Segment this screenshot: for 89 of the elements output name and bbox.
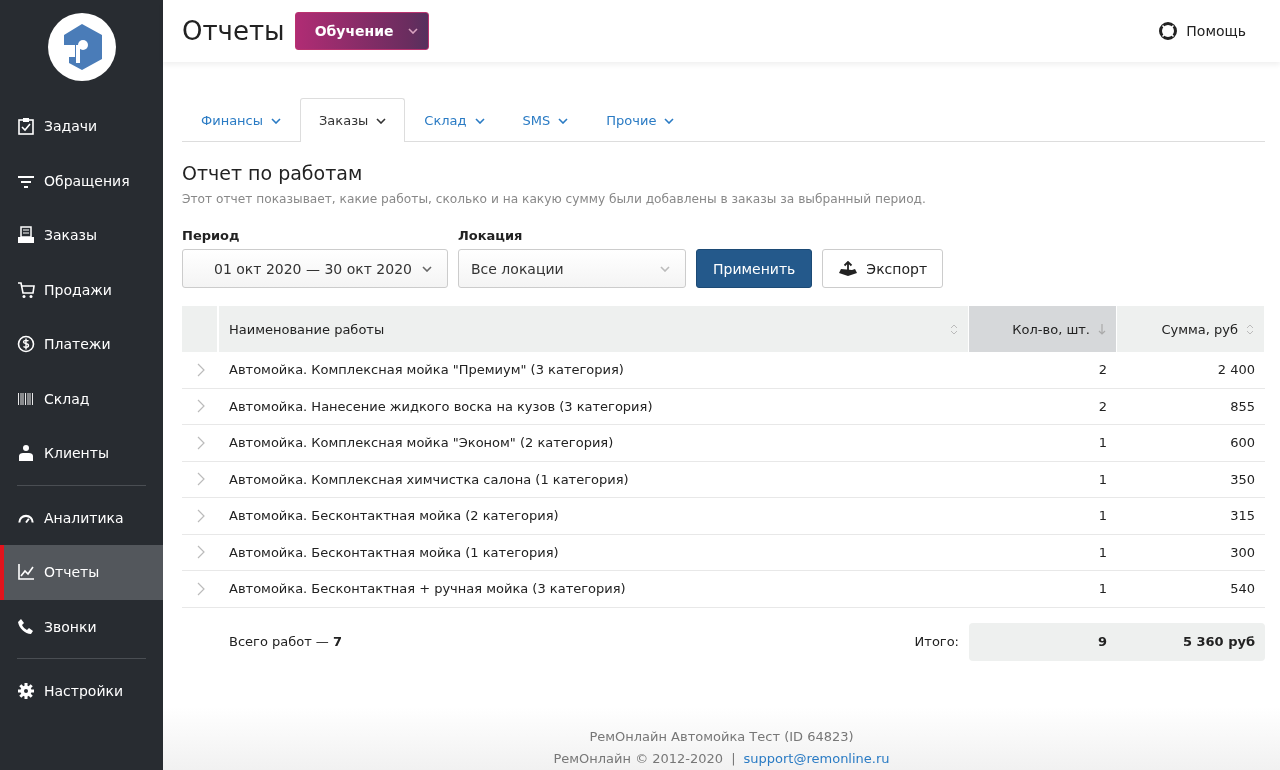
chevron-down-icon [474,117,485,124]
support-email-link[interactable]: support@remonline.ru [743,751,890,767]
logo-icon[interactable] [46,12,117,82]
total-label: Итого: [914,634,959,649]
table-cell-text: Автомойка. Комплексная мойка "Премиум" (3 категория) [228,361,625,380]
copyright-text: РемОнлайн © 2012-2020 [553,751,724,767]
chevron-down-icon [407,28,418,34]
sidebar-item[interactable]: Склад [0,371,163,426]
column-header[interactable]: Кол-во, шт. [969,306,1117,352]
chevron-right-icon [196,581,205,596]
table-cell-text: 600 [1229,434,1256,453]
table-cell-text: 315 [1229,507,1256,526]
chevron-down-icon [271,117,282,124]
page-title: Отчеты [182,16,285,46]
report-tab[interactable]: Финансы [182,98,301,142]
location-select[interactable]: Все локации [458,249,686,288]
report-tab[interactable]: SMS [503,98,588,142]
sidebar-item[interactable]: Отчеты [0,545,163,600]
chevron-right-icon [196,362,205,377]
chevron-down-icon [422,265,432,272]
table-cell-text: 540 [1229,580,1256,599]
table-cell-text: 1 [1097,543,1108,562]
location-label: Локация [458,228,524,243]
table-cell-text: Автомойка. Комплексная химчистка салона (1 категория) [228,470,630,489]
sidebar-item[interactable]: Заказы [0,208,163,263]
sort-down-icon [1098,323,1106,335]
person-icon [17,444,35,463]
table-cell-text: 2 [1097,397,1108,416]
chevron-right-icon [196,508,205,523]
gear-icon [17,682,35,701]
sidebar-item[interactable]: Аналитика [0,490,163,545]
chevron-down-icon [376,117,387,124]
chevron-right-icon [196,472,205,487]
report-tab[interactable]: Склад [405,98,504,142]
training-button[interactable]: Обучение [294,12,429,50]
table-cell-text: Автомойка. Бесконтактная мойка (1 категория) [228,543,560,562]
table-cell-text: 2 [1097,361,1108,380]
chevron-down-icon [558,117,569,124]
table-cell-text: Автомойка. Комплексная мойка "Эконом" (2 категория) [228,434,615,453]
table-cell-text: Автомойка. Бесконтактная + ручная мойка (3 категория) [228,580,627,599]
help-link[interactable]: Помощь [1159,22,1246,40]
table-cell-text: 1 [1097,580,1108,599]
chevron-right-icon [196,399,205,414]
table-cell-text: 350 [1229,470,1256,489]
sort-icon [1246,323,1254,335]
company-info: РемОнлайн Автомойка Тест (ID 64823) [589,729,854,745]
phone-icon [17,617,35,636]
apply-button[interactable]: Применить [696,249,813,288]
sort-icon [950,323,958,335]
table-cell-text: 300 [1229,543,1256,562]
chevron-right-icon [196,435,205,450]
lifebuoy-icon [1159,22,1178,40]
table-cell-text: 2 400 [1216,361,1256,380]
period-label: Период [182,228,241,243]
sidebar-item[interactable]: Настройки [0,664,163,719]
total-quantity: 9 [1096,633,1108,651]
export-tray-icon [838,260,859,277]
table-cell-text: 1 [1097,507,1108,526]
cart-icon [17,280,35,299]
sidebar-item[interactable]: Клиенты [0,426,163,481]
column-header[interactable]: Сумма, руб [1117,306,1265,352]
sidebar-item[interactable]: Обращения [0,153,163,208]
table-cell-text: 855 [1229,397,1256,416]
export-button[interactable]: Экспорт [822,249,944,288]
period-select[interactable]: 01 окт 2020 — 30 окт 2020 [182,249,448,288]
report-tab[interactable]: Заказы [300,98,406,142]
separator: | [731,751,736,767]
column-header[interactable]: Наименование работы [219,306,969,352]
table-cell-text: Автомойка. Нанесение жидкого воска на кузов (3 категория) [228,397,654,416]
chevron-right-icon [196,545,205,560]
chevron-down-icon [660,265,670,272]
sidebar-item[interactable]: Продажи [0,262,163,317]
chevron-down-icon [664,117,675,124]
line-chart-icon [17,563,35,582]
table-cell-text: Автомойка. Бесконтактная мойка (2 категория) [228,507,560,526]
dollar-circle-icon [17,335,35,354]
clipboard-check-icon [17,117,35,136]
report-title: Отчет по работам [182,162,364,184]
report-tab[interactable]: Прочие [587,98,694,142]
gauge-icon [17,512,35,523]
table-cell-text: 1 [1097,470,1108,489]
sidebar-item[interactable]: Задачи [0,99,163,154]
document-tray-icon [17,226,35,245]
sidebar-item[interactable]: Платежи [0,317,163,372]
total-sum: 5 360 руб [1181,633,1256,651]
sidebar-item[interactable]: Звонки [0,599,163,654]
table-cell-text: 1 [1097,434,1108,453]
report-description: Этот отчет показывает, какие работы, сколько и на какую сумму были добавлены в заказы за выбранный период. [182,192,927,206]
total-works-count: Всего работ — 7 [229,634,343,649]
